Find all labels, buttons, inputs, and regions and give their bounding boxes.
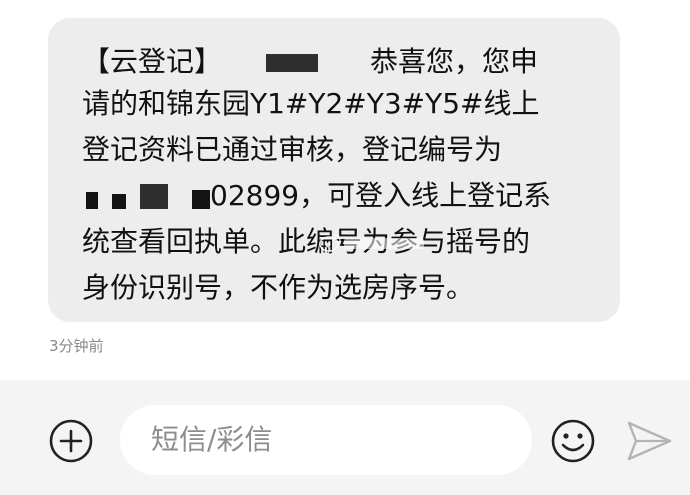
redaction-mask [192, 190, 210, 209]
redaction-mask [86, 192, 98, 209]
send-arrow-icon [627, 421, 672, 461]
send-button[interactable] [624, 418, 674, 464]
message-line-6: 身份识别号，不作为选房序号。 [82, 271, 475, 304]
message-line-1: 恭喜您，您申 [370, 45, 539, 78]
message-input[interactable]: 短信/彩信 [120, 405, 532, 475]
message-line-3: 登记资料已通过审核，登记编号为 [82, 133, 503, 166]
emoji-button[interactable] [548, 416, 598, 466]
redaction-mask [140, 184, 168, 209]
message-input-placeholder: 短信/彩信 [151, 423, 273, 456]
smiley-icon [551, 419, 595, 463]
message-line-5: 统查看回执单。此编号为参与摇号的 [82, 225, 531, 258]
message-timestamp: 3分钟前 [49, 337, 104, 355]
weibo-watermark-icon [319, 234, 424, 252]
plus-circle-icon [49, 419, 93, 463]
attach-button[interactable] [46, 416, 96, 466]
message-bubble[interactable]: 【云登记】 恭喜您，您申 请的和锦东园Y1#Y2#Y3#Y5#线上 登记资料已通… [48, 18, 620, 322]
redaction-mask [112, 194, 126, 209]
message-line-2: 请的和锦东园Y1#Y2#Y3#Y5#线上 [82, 87, 540, 120]
redaction-mask [266, 54, 318, 72]
message-thread: 【云登记】 恭喜您，您申 请的和锦东园Y1#Y2#Y3#Y5#线上 登记资料已通… [0, 0, 690, 380]
compose-bar: 短信/彩信 [0, 380, 690, 495]
message-line-4: 02899，可登入线上登记系 [210, 179, 552, 212]
message-sender-tag: 【云登记】 [82, 45, 223, 78]
